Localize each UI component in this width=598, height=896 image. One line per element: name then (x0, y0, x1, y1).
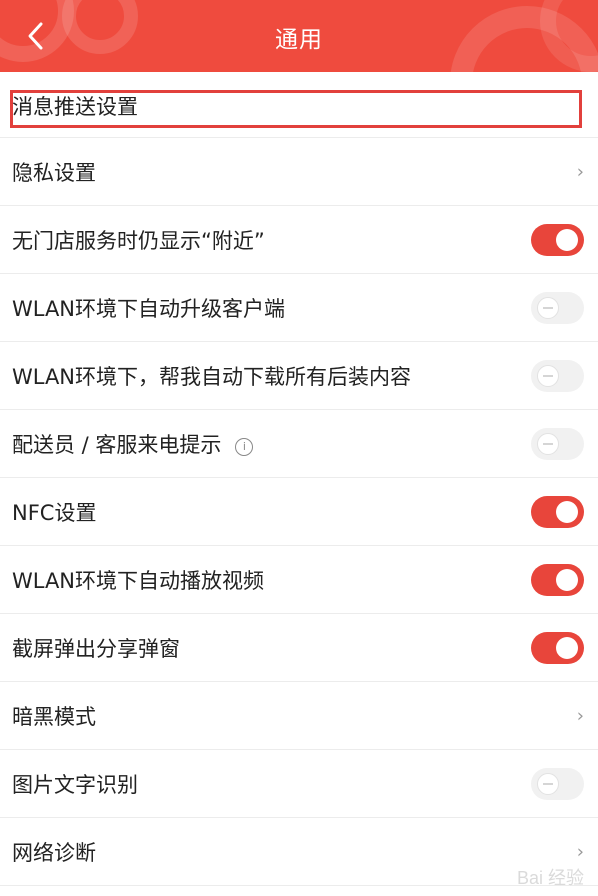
toggle-knob (556, 568, 578, 591)
toggle-knob (537, 772, 559, 795)
watermark: Bai 经验 (516, 868, 584, 888)
settings-item-push-notifications[interactable]: 消息推送设置 (0, 72, 598, 138)
settings-item-label: 无门店服务时仍显示“附近” (12, 228, 265, 253)
settings-item-label: WLAN环境下，帮我自动下载所有后装内容 (12, 364, 412, 389)
settings-item-label: 消息推送设置 (12, 95, 138, 119)
settings-item-label: 隐私设置 (12, 160, 96, 185)
settings-item-wlan-auto-update: WLAN环境下自动升级客户端 (0, 274, 598, 342)
toggle-image-text-recognition[interactable] (531, 767, 584, 800)
toggle-call-alert[interactable] (531, 427, 584, 460)
settings-item-wlan-autoplay-video: WLAN环境下自动播放视频 (0, 546, 598, 614)
chevron-right-icon: › (576, 705, 584, 726)
settings-item-network-diagnosis[interactable]: 网络诊断 › (0, 818, 598, 886)
toggle-knob (537, 296, 559, 319)
toggle-wlan-auto-update[interactable] (531, 291, 584, 324)
settings-item-label: 暗黑模式 (12, 704, 96, 729)
settings-item-nfc: NFC设置 (0, 478, 598, 546)
chevron-right-icon: › (576, 161, 584, 182)
page-title: 通用 (275, 27, 323, 53)
settings-item-label: WLAN环境下自动升级客户端 (12, 296, 286, 321)
settings-item-label: 网络诊断 (12, 840, 96, 865)
toggle-wlan-auto-download[interactable] (531, 359, 584, 392)
settings-item-label: 配送员 / 客服来电提示 (12, 432, 222, 457)
settings-item-screenshot-share: 截屏弹出分享弹窗 (0, 614, 598, 682)
settings-item-call-alert: 配送员 / 客服来电提示 i (0, 410, 598, 478)
settings-item-label-wrap: 配送员 / 客服来电提示 i (12, 429, 254, 459)
settings-item-label: WLAN环境下自动播放视频 (12, 568, 265, 593)
settings-item-image-text-recognition: 图片文字识别 (0, 750, 598, 818)
toggle-knob (556, 228, 578, 251)
settings-item-show-nearby: 无门店服务时仍显示“附近” (0, 206, 598, 274)
header-bar: 通用 (0, 0, 598, 72)
toggle-show-nearby[interactable] (531, 223, 584, 256)
chevron-right-icon: › (576, 841, 584, 862)
toggle-knob (537, 432, 559, 455)
settings-item-label: 图片文字识别 (12, 772, 138, 797)
info-icon[interactable]: i (235, 437, 254, 456)
settings-list: 消息推送设置 隐私设置 › 无门店服务时仍显示“附近” WLAN环境下自动升级客… (0, 72, 598, 886)
settings-item-label: NFC设置 (12, 500, 97, 525)
toggle-wlan-autoplay-video[interactable] (531, 563, 584, 596)
toggle-knob (556, 500, 578, 523)
settings-item-label: 截屏弹出分享弹窗 (12, 636, 180, 661)
toggle-nfc[interactable] (531, 495, 584, 528)
settings-item-dark-mode[interactable]: 暗黑模式 › (0, 682, 598, 750)
toggle-knob (556, 636, 578, 659)
settings-item-privacy[interactable]: 隐私设置 › (0, 138, 598, 206)
settings-item-wlan-auto-download: WLAN环境下，帮我自动下载所有后装内容 (0, 342, 598, 410)
toggle-screenshot-share[interactable] (531, 631, 584, 664)
toggle-knob (537, 364, 559, 387)
